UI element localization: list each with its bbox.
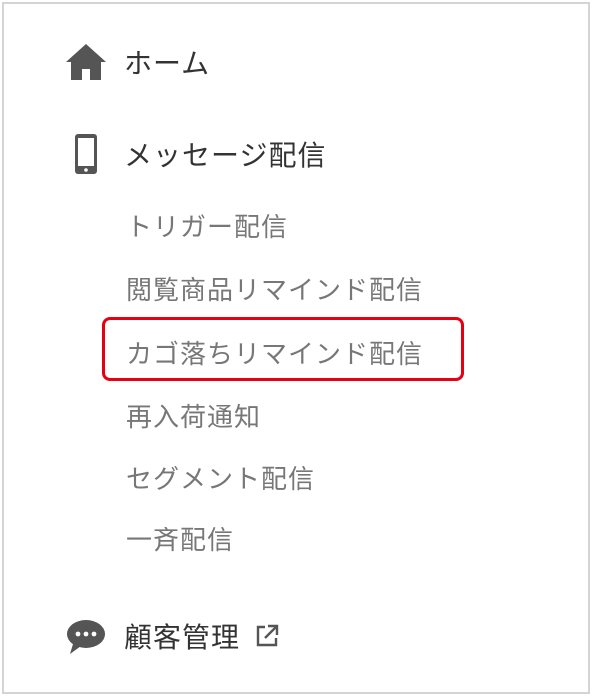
sub-item-trigger[interactable]: トリガー配信 <box>126 207 288 244</box>
nav-customers-label: 顧客管理 <box>124 621 241 654</box>
sub-item-browsed-reminder[interactable]: 閲覧商品リマインド配信 <box>126 270 423 307</box>
home-icon <box>64 40 108 84</box>
nav-customers[interactable]: 顧客管理 <box>64 614 280 658</box>
external-link-icon[interactable] <box>254 623 280 649</box>
chat-bubble-icon <box>64 614 108 658</box>
smartphone-icon <box>64 132 108 176</box>
nav-home[interactable]: ホーム <box>64 40 210 84</box>
sub-item-segment[interactable]: セグメント配信 <box>126 459 315 496</box>
nav-messages-label: メッセージ配信 <box>124 139 327 172</box>
sub-item-cart-reminder[interactable]: カゴ落ちリマインド配信 <box>126 334 423 371</box>
sub-item-broadcast[interactable]: 一斉配信 <box>126 520 234 557</box>
nav-home-label: ホーム <box>124 47 211 80</box>
nav-messages[interactable]: メッセージ配信 <box>64 132 326 176</box>
sub-item-restock-notice[interactable]: 再入荷通知 <box>126 397 261 434</box>
sidebar-panel: ホーム メッセージ配信 トリガー配信 閲覧商品リマインド配信 カゴ落ちリマインド… <box>2 2 590 694</box>
